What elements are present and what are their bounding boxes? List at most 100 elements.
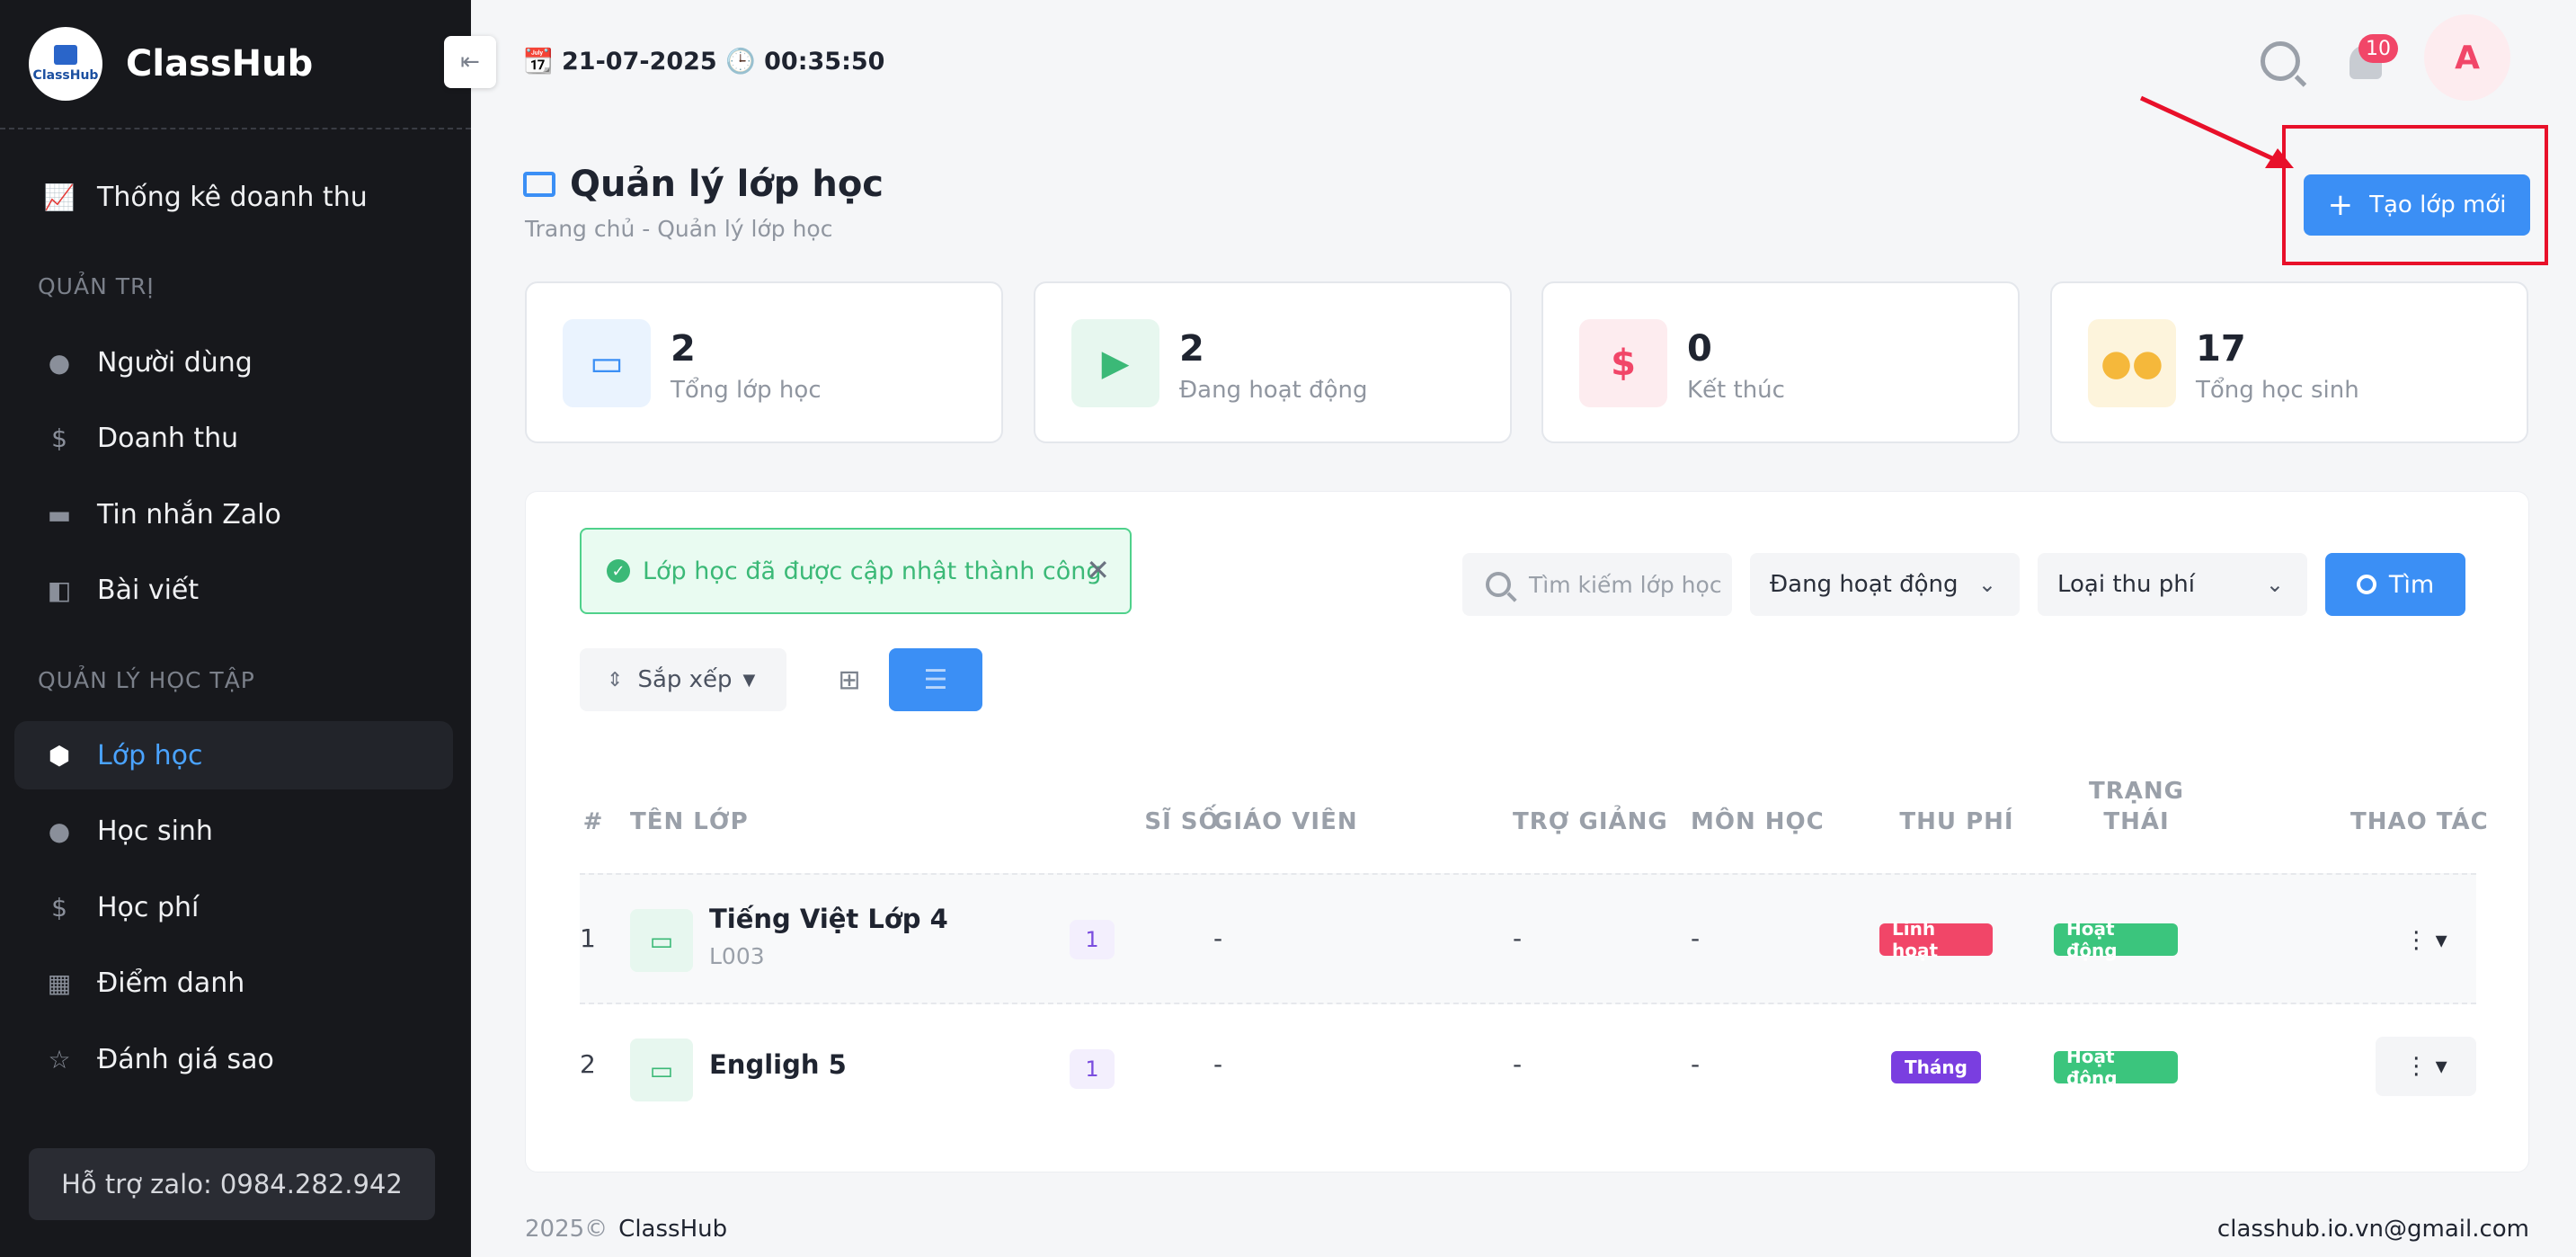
play-icon: ▶ [1071, 319, 1159, 407]
graduation-cap-icon: ⬢ [48, 740, 71, 771]
col-actions: THAO TÁC [2350, 808, 2489, 835]
sidebar-item-revenue[interactable]: $ Doanh thu [14, 404, 453, 472]
laptop-icon: ▭ [630, 909, 693, 972]
student-count: 1 [1070, 920, 1115, 959]
search-input[interactable]: Tìm kiếm lớp học [1462, 553, 1732, 616]
sidebar-item-zalo-messages[interactable]: ▬ Tin nhắn Zalo [14, 480, 453, 548]
sidebar-item-label: Thống kê doanh thu [97, 181, 368, 213]
avatar[interactable]: A [2424, 14, 2510, 101]
graduation-cap-icon [54, 45, 77, 65]
status-select[interactable]: Đang hoạt động ⌄ [1750, 553, 2020, 616]
stat-label: Kết thúc [1687, 377, 1785, 404]
search-placeholder: Tìm kiếm lớp học [1529, 571, 1722, 598]
sidebar-item-label: Đánh giá sao [97, 1043, 274, 1075]
user-icon: ● [48, 347, 71, 378]
section-label-admin: QUẢN TRỊ [38, 273, 155, 299]
sidebar-item-label: Điểm danh [97, 967, 245, 999]
breadcrumb[interactable]: Trang chủ - Quản lý lớp học [525, 216, 832, 242]
stat-card-total-students: ●● 17 Tổng học sinh [2050, 281, 2528, 443]
grid-icon: ⊞ [838, 664, 861, 696]
logo: ClassHub [29, 27, 102, 101]
stat-label: Tổng học sinh [2196, 377, 2359, 404]
message-icon: ▬ [47, 499, 72, 530]
class-name[interactable]: Tiếng Việt Lớp 4 [709, 904, 948, 934]
status-badge: Hoạt động [2054, 1046, 2178, 1089]
col-teacher: GIÁO VIÊN [1213, 808, 1358, 835]
sidebar-item-label: Doanh thu [97, 422, 239, 454]
page-title: Quản lý lớp học [570, 164, 884, 205]
collapse-sidebar-button[interactable]: ⇤ [444, 36, 496, 88]
logo-text: ClassHub [32, 68, 99, 83]
table-row[interactable]: 2 ▭ Engligh 5 1 - - - Tháng Hoạt động ⋮ … [580, 1004, 2476, 1136]
grid-view-button[interactable]: ⊞ [810, 648, 889, 711]
sidebar: ClassHub ClassHub 📈 Thống kê doanh thu Q… [0, 0, 471, 1257]
teacher: - [1213, 1049, 1223, 1079]
sidebar-item-star-rating[interactable]: ☆ Đánh giá sao [14, 1025, 453, 1093]
calendar-icon: ▦ [47, 967, 72, 998]
chart-icon: 📈 [43, 182, 76, 212]
sidebar-item-students[interactable]: ● Học sinh [14, 797, 453, 865]
table-row[interactable]: 1 ▭ Tiếng Việt Lớp 4 L003 1 - - - Linh h… [580, 873, 2476, 1004]
stat-card-ended: $ 0 Kết thúc [1541, 281, 2020, 443]
article-icon: ◧ [47, 575, 72, 605]
close-icon[interactable]: ✕ [1086, 553, 1110, 587]
create-class-button[interactable]: + Tạo lớp mới [2304, 174, 2530, 236]
col-num: # [582, 808, 604, 835]
brand-name: ClassHub [126, 43, 314, 85]
brand[interactable]: ClassHub ClassHub [0, 0, 471, 129]
sidebar-item-label: Học phí [97, 891, 200, 923]
status-badge: Hoạt động [2054, 918, 2178, 961]
stat-label: Đang hoạt động [1179, 377, 1368, 404]
row-number: 1 [580, 923, 596, 953]
sidebar-item-label: Học sinh [97, 815, 213, 847]
search-icon[interactable] [2261, 41, 2300, 81]
list-icon: ☰ [923, 664, 948, 696]
laptop-icon: ▭ [563, 319, 651, 407]
arrow-left-icon: ⇤ [460, 49, 480, 76]
sidebar-item-attendance[interactable]: ▦ Điểm danh [14, 949, 453, 1017]
success-alert: ✓ Lớp học đã được cập nhật thành công ✕ [580, 528, 1132, 614]
footer-brand[interactable]: ClassHub [618, 1216, 727, 1243]
list-view-button[interactable]: ☰ [889, 648, 982, 711]
stat-label: Tổng lớp học [671, 377, 822, 404]
class-code: L003 [709, 943, 765, 969]
sidebar-item-users[interactable]: ● Người dùng [14, 328, 453, 397]
sidebar-item-label: Tin nhắn Zalo [97, 498, 281, 530]
sidebar-item-classes[interactable]: ⬢ Lớp học [14, 721, 453, 789]
class-name[interactable]: Engligh 5 [709, 1049, 847, 1080]
caret-down-icon: ▼ [742, 670, 756, 690]
zalo-support-button[interactable]: Hỗ trợ zalo: 0984.282.942 [29, 1148, 435, 1220]
col-assistant: TRỢ GIẢNG [1513, 808, 1668, 835]
sort-dropdown[interactable]: ⇕ Sắp xếp ▼ [580, 648, 786, 711]
status-select-value: Đang hoạt động [1770, 571, 1959, 598]
row-actions-menu[interactable]: ⋮ ▾ [2376, 1037, 2476, 1096]
stat-value: 17 [2196, 328, 2246, 370]
users-icon: ●● [2088, 319, 2176, 407]
fee-badge: Linh hoạt [1879, 918, 1993, 961]
find-button[interactable]: Tìm [2325, 553, 2465, 616]
sidebar-item-tuition[interactable]: $ Học phí [14, 873, 453, 941]
fee-select-value: Loại thu phí [2057, 571, 2195, 598]
sidebar-item-label: Lớp học [97, 739, 203, 771]
stat-card-total-classes: ▭ 2 Tổng lớp học [525, 281, 1003, 443]
classes-panel: ✓ Lớp học đã được cập nhật thành công ✕ … [525, 491, 2529, 1172]
chevron-down-icon: ⌄ [1977, 572, 1996, 597]
col-name: TÊN LỚP [630, 808, 749, 835]
row-actions-menu[interactable]: ⋮ ▾ [2376, 911, 2476, 970]
col-status-line2: THÁI [2103, 808, 2170, 835]
sort-icon: ⇕ [607, 668, 624, 691]
plus-icon: + [2327, 187, 2354, 223]
classroom-icon [523, 172, 555, 197]
row-number: 2 [580, 1049, 596, 1079]
sidebar-item-revenue-stats[interactable]: 📈 Thống kê doanh thu [14, 163, 453, 231]
footer-email[interactable]: classhub.io.vn@gmail.com [2217, 1216, 2529, 1243]
laptop-icon: ▭ [630, 1039, 693, 1101]
footer-year: 2025© [525, 1216, 608, 1243]
col-subject: MÔN HỌC [1691, 808, 1825, 835]
search-icon [2356, 575, 2376, 594]
fee-type-select[interactable]: Loại thu phí ⌄ [2038, 553, 2307, 616]
create-class-label: Tạo lớp mới [2369, 192, 2507, 218]
alert-text: Lớp học đã được cập nhật thành công [643, 557, 1102, 585]
footer-copyright: 2025© ClassHub [525, 1216, 727, 1243]
sidebar-item-posts[interactable]: ◧ Bài viết [14, 556, 453, 624]
